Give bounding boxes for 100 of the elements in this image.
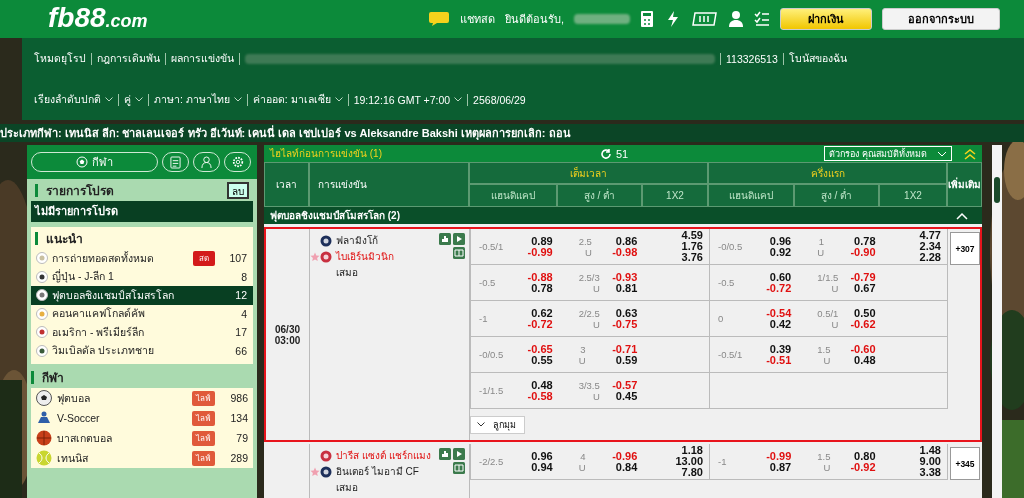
caret-icon[interactable] xyxy=(454,97,463,102)
odds-value[interactable]: 3.38 xyxy=(919,467,941,478)
calculator-icon[interactable] xyxy=(640,10,654,28)
account-link[interactable]: โบนัสของฉัน xyxy=(788,50,847,67)
league-item[interactable]: อเมริกา - พรีเมียร์ลีก 17 xyxy=(31,323,253,342)
settings-selector[interactable]: ค่าออด: มาเลเซีย xyxy=(252,91,331,108)
scrollbar[interactable] xyxy=(992,145,1002,498)
settings-selector[interactable]: เรียงลำดับปกติ xyxy=(34,91,101,108)
scoreboard-icon[interactable] xyxy=(453,247,465,259)
odds-value[interactable]: 4.59 xyxy=(681,230,703,241)
odds-value[interactable]: 1.18 xyxy=(681,445,703,456)
odds-value[interactable]: 0.96 xyxy=(769,235,792,247)
odds-value[interactable]: 0.67 xyxy=(854,282,876,294)
odds-value[interactable]: 0.78 xyxy=(854,235,876,247)
league-item[interactable]: วิมเบิลดัล ประเภทชาย 66 xyxy=(31,341,253,360)
odds-value[interactable]: 3.76 xyxy=(681,252,703,263)
team-name[interactable]: ไบเอิร์นมิวนิก xyxy=(336,249,394,264)
team-name[interactable]: ฟลามิงโก้ xyxy=(336,233,378,248)
corners-toggle[interactable]: ลูกมุม xyxy=(470,415,525,434)
caret-icon[interactable] xyxy=(334,97,343,102)
collapse-icon[interactable] xyxy=(964,147,976,160)
logo[interactable]: fb88.com xyxy=(48,2,148,36)
odds-value[interactable]: 2.34 xyxy=(919,241,941,252)
odds-value[interactable]: -0.92 xyxy=(850,461,876,473)
odds-value[interactable]: -0.90 xyxy=(850,246,876,258)
filter-dropdown[interactable]: ตัวกรอง คุณสมบัติทั้งหมด xyxy=(824,146,952,161)
odds-value[interactable]: 0.92 xyxy=(769,246,792,258)
star-icon[interactable] xyxy=(310,466,320,477)
more-markets-button[interactable]: +345 xyxy=(950,447,980,480)
account-link[interactable]: 113326513 xyxy=(726,52,778,65)
nav-link[interactable]: โหมดยุโรป xyxy=(34,50,86,67)
stats-icon[interactable] xyxy=(439,448,451,460)
caret-icon[interactable] xyxy=(135,97,143,102)
refresh-icon[interactable] xyxy=(600,147,612,160)
odds-value[interactable]: -0.54 xyxy=(766,307,792,319)
checklist-icon[interactable] xyxy=(754,11,770,27)
settings-selector[interactable]: 19:12:16 GMT +7:00 xyxy=(353,93,451,106)
odds-value[interactable]: -0.62 xyxy=(850,318,876,330)
live-chat-link[interactable]: แชทสด xyxy=(459,10,495,28)
odds-value[interactable]: -0.96 xyxy=(612,450,638,462)
odds-value[interactable]: 0.50 xyxy=(854,307,876,319)
odds-value[interactable]: 1.48 xyxy=(919,445,941,456)
odds-value[interactable]: 0.84 xyxy=(615,461,638,473)
deposit-button[interactable]: ฝากเงิน xyxy=(780,8,872,30)
odds-value[interactable]: -0.88 xyxy=(527,271,553,283)
user-icon[interactable] xyxy=(728,10,744,28)
odds-value[interactable]: -0.71 xyxy=(612,343,638,355)
odds-value[interactable]: 13.00 xyxy=(675,456,703,467)
odds-value[interactable]: -0.57 xyxy=(612,379,638,391)
odds-value[interactable]: 0.62 xyxy=(531,307,553,319)
caret-icon[interactable] xyxy=(105,97,113,102)
odds-value[interactable]: -0.58 xyxy=(527,390,553,402)
nav-link[interactable]: ผลการแข่งขัน xyxy=(171,50,234,67)
odds-value[interactable]: -0.60 xyxy=(850,343,876,355)
odds-value[interactable]: 0.94 xyxy=(531,461,553,473)
ticket-icon[interactable] xyxy=(692,12,718,26)
clear-button[interactable]: ลบ xyxy=(227,181,249,199)
sport-item[interactable]: เทนนิส ไลฟ์ 289 xyxy=(31,448,253,468)
logout-button[interactable]: ออกจากระบบ xyxy=(882,8,1000,30)
sport-item[interactable]: V-Soccer ไลฟ์ 134 xyxy=(31,408,253,428)
play-icon[interactable] xyxy=(453,233,465,245)
league-item[interactable]: คอนคาแคฟโกลด์คัพ 4 xyxy=(31,304,253,323)
odds-value[interactable]: 0.60 xyxy=(769,271,792,283)
odds-value[interactable]: 0.42 xyxy=(769,318,792,330)
odds-value[interactable]: -0.99 xyxy=(527,246,553,258)
stats-icon[interactable] xyxy=(439,233,451,245)
chat-icon[interactable] xyxy=(427,11,450,27)
odds-value[interactable]: 2.28 xyxy=(919,252,941,263)
team-name[interactable]: อินเตอร์ ไมอามี CF xyxy=(336,464,419,479)
league-item[interactable]: ญี่ปุ่น - J-ลีก 1 8 xyxy=(31,267,253,286)
odds-value[interactable]: 0.81 xyxy=(615,282,638,294)
sport-item[interactable]: บาสเกตบอล ไลฟ์ 79 xyxy=(31,428,253,448)
odds-value[interactable]: 0.45 xyxy=(615,390,638,402)
play-icon[interactable] xyxy=(453,448,465,460)
odds-value[interactable]: -0.93 xyxy=(612,271,638,283)
league-item[interactable]: การถ่ายทอดสดทั้งหมด สด 107 xyxy=(31,249,253,268)
odds-value[interactable]: 0.78 xyxy=(531,282,553,294)
odds-value[interactable]: -0.72 xyxy=(527,318,553,330)
odds-value[interactable]: 0.39 xyxy=(769,343,792,355)
odds-value[interactable]: 0.87 xyxy=(769,461,792,473)
odds-value[interactable]: -0.99 xyxy=(766,450,792,462)
odds-value[interactable]: 0.96 xyxy=(531,450,553,462)
odds-value[interactable]: 0.80 xyxy=(854,450,876,462)
odds-value[interactable]: 0.59 xyxy=(615,354,638,366)
odds-value[interactable]: -0.79 xyxy=(850,271,876,283)
odds-value[interactable]: 1.76 xyxy=(681,241,703,252)
odds-value[interactable]: 7.80 xyxy=(681,467,703,478)
caret-icon[interactable] xyxy=(233,97,242,102)
odds-value[interactable]: 0.63 xyxy=(615,307,638,319)
odds-value[interactable]: 0.89 xyxy=(531,235,553,247)
settings-selector[interactable]: คู่ xyxy=(124,91,131,108)
odds-value[interactable]: 0.86 xyxy=(615,235,638,247)
league-header[interactable]: ฟุตบอลชิงแชมป์สโมสรโลก (2) xyxy=(264,207,982,224)
odds-value[interactable]: 0.55 xyxy=(531,354,553,366)
chevron-icon[interactable] xyxy=(956,211,968,220)
more-markets-button[interactable]: +307 xyxy=(950,232,980,265)
star-icon[interactable] xyxy=(310,251,320,262)
odds-value[interactable]: 4.77 xyxy=(919,230,941,241)
odds-value[interactable]: 9.00 xyxy=(919,456,941,467)
league-item[interactable]: ฟุตบอลชิงแชมป์สโมสรโลก 12 xyxy=(31,286,253,305)
